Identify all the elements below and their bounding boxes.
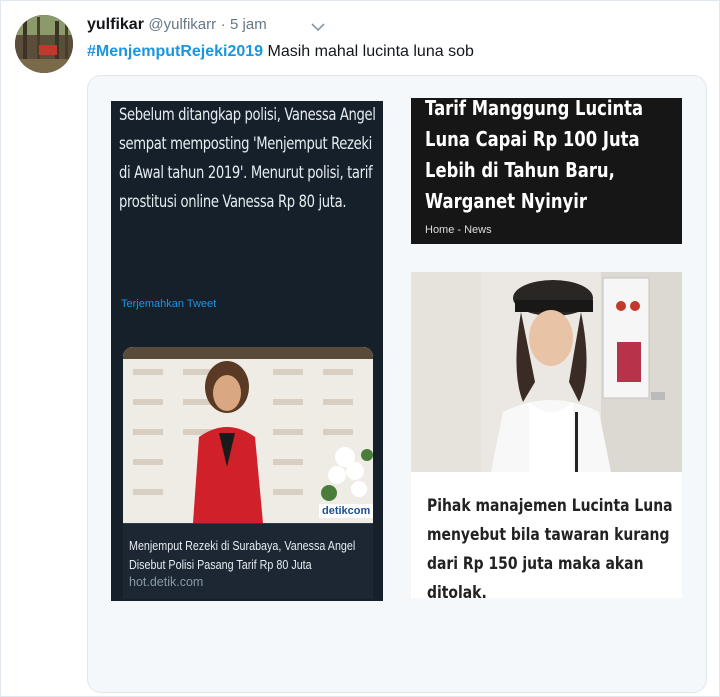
screenshot-tweet-text: Sebelum ditangkap polisi, Vanessa Angel …: [119, 105, 376, 212]
chevron-down-icon[interactable]: [311, 19, 325, 35]
tweet-header: yulfikar @yulfikarr · 5 jam: [87, 15, 267, 35]
tweet-body: Masih mahal lucinta luna sob: [263, 43, 474, 60]
link-card-title: Menjemput Rezeki di Surabaya, Vanessa An…: [129, 539, 356, 572]
user-handle[interactable]: @yulfikarr: [148, 16, 216, 33]
avatar[interactable]: [15, 15, 73, 73]
news-headline: Tarif Manggung Lucinta Luna Capai Rp 100…: [425, 96, 644, 213]
user-name[interactable]: yulfikar: [87, 16, 144, 33]
news-excerpt: Pihak manajemen Lucinta Luna menyebut bi…: [427, 496, 673, 603]
link-card-domain: hot.detik.com: [129, 575, 204, 589]
detik-watermark: detikcom: [319, 504, 374, 518]
tweet-text: #MenjemputRejeki2019 Masih mahal lucinta…: [87, 41, 474, 63]
hashtag-link[interactable]: #MenjemputRejeki2019: [87, 43, 263, 60]
translate-link: Terjemahkan Tweet: [121, 298, 217, 310]
news-photo-lucinta[interactable]: [411, 272, 682, 472]
tweet-timestamp[interactable]: 5 jam: [230, 16, 267, 33]
separator-dot: ·: [220, 16, 226, 33]
tweet-container: yulfikar @yulfikarr · 5 jam #MenjemputRe…: [0, 0, 720, 697]
news-photo-vanessa: [123, 347, 373, 523]
breadcrumb: Home - News: [425, 224, 492, 236]
